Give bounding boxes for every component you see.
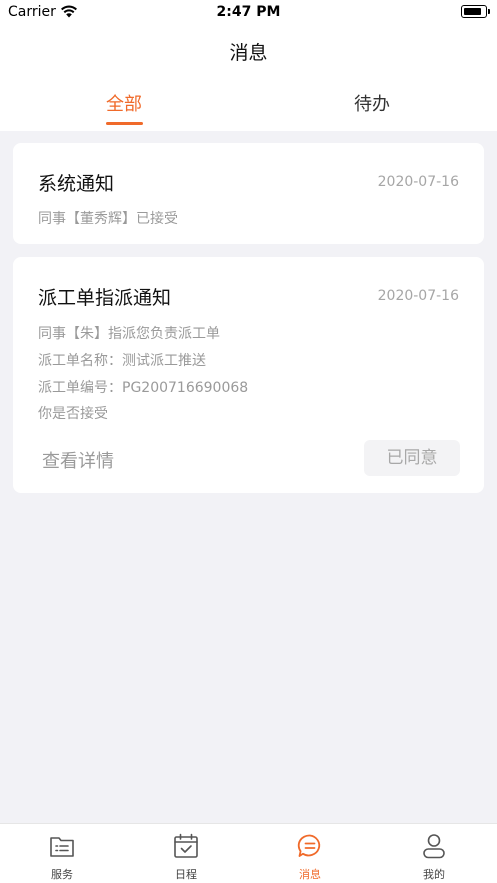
tabbar-item-schedule[interactable]: 日程: [124, 824, 248, 883]
messages-screen: Carrier 2:47 PM 消息 全部 待办 系统通知 2020-07-16…: [0, 0, 497, 883]
message-tabs: 全部 待办: [0, 76, 497, 131]
message-title: 系统通知: [38, 173, 115, 195]
battery-icon: [461, 5, 490, 18]
message-body-line: 你是否接受: [38, 406, 108, 422]
tab-all[interactable]: 全部: [0, 90, 248, 116]
tabbar-label: 我的: [423, 868, 445, 881]
service-icon: [50, 837, 74, 857]
active-tab-indicator: [106, 122, 143, 125]
message-bubble-icon: [297, 834, 321, 857]
agreed-button[interactable]: 已同意: [364, 440, 460, 476]
page-title: 消息: [229, 42, 268, 64]
nav-bar: 消息: [0, 26, 497, 76]
tabbar-item-messages[interactable]: 消息: [248, 824, 372, 883]
status-bar: Carrier 2:47 PM: [0, 0, 497, 26]
tabbar-item-profile[interactable]: 我的: [372, 824, 496, 883]
message-body-line: 派工单名称：测试派工推送: [38, 353, 206, 369]
message-card-dispatch[interactable]: 派工单指派通知 2020-07-16 同事【朱】指派您负责派工单 派工单名称：测…: [13, 257, 484, 493]
battery-level: [463, 7, 481, 15]
tabbar-item-service[interactable]: 服务: [0, 824, 124, 883]
clock: 2:47 PM: [216, 4, 281, 20]
profile-icon: [423, 834, 445, 859]
message-date: 2020-07-16: [377, 174, 459, 190]
tabbar-label: 日程: [175, 868, 197, 881]
message-body-line: 同事【董秀辉】已接受: [38, 211, 178, 227]
bottom-tab-bar: 服务 日程 消息 我的: [0, 823, 497, 883]
message-body-line: 派工单编号：PG200716690068: [38, 380, 249, 396]
view-details-link[interactable]: 查看详情: [42, 447, 114, 473]
tabbar-label: 消息: [299, 868, 321, 881]
message-card-system[interactable]: 系统通知 2020-07-16 同事【董秀辉】已接受: [13, 143, 484, 244]
message-body-line: 同事【朱】指派您负责派工单: [38, 326, 220, 342]
tab-todo[interactable]: 待办: [248, 90, 496, 116]
message-title: 派工单指派通知: [38, 287, 172, 309]
message-date: 2020-07-16: [377, 288, 459, 304]
calendar-check-icon: [174, 833, 198, 858]
tabbar-label: 服务: [51, 868, 73, 881]
